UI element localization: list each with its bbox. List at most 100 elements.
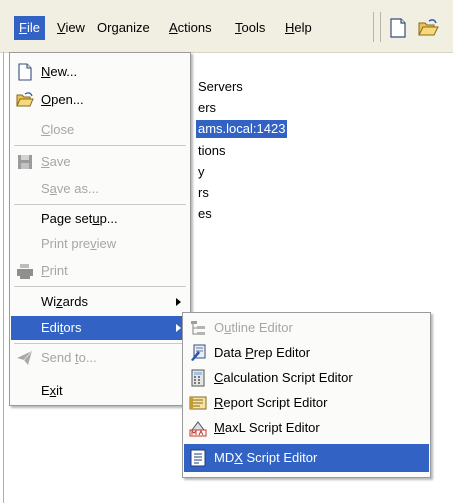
menu-view[interactable]: View: [52, 16, 90, 40]
tree-node[interactable]: tions: [198, 142, 225, 160]
mnemonic: C: [214, 370, 224, 385]
menu-organize-mnemonic: g: [111, 20, 119, 35]
menu-item-label: Print preview: [41, 232, 116, 256]
menu-item-editors[interactable]: Editors: [11, 316, 189, 340]
label-part: pen...: [51, 92, 84, 107]
menu-actions[interactable]: Actions: [164, 16, 217, 40]
label-part: MD: [214, 450, 235, 465]
label-part: o...: [78, 350, 97, 365]
submenu-arrow-icon: [176, 324, 181, 332]
label-part: lose: [50, 122, 75, 137]
label-part: ors: [63, 320, 82, 335]
menu-item-outline-editor: Outline Editor: [184, 316, 429, 340]
mnemonic: M: [214, 420, 225, 435]
open-folder-icon[interactable]: [417, 17, 439, 39]
menu-item-label: Close: [41, 118, 74, 142]
file-menu-tail: Exit: [9, 379, 191, 406]
label-part: Edi: [41, 320, 60, 335]
menu-item-label: MDX Script Editor: [214, 444, 317, 472]
menu-organize[interactable]: Organize: [92, 16, 155, 40]
data-prep-editor-icon: [191, 344, 206, 361]
menu-file-rest: ile: [26, 20, 40, 35]
label-part: rint: [49, 263, 68, 278]
menu-item-data-prep-editor[interactable]: Data Prep Editor: [184, 341, 429, 365]
menu-item-report-script-editor[interactable]: Report Script Editor: [184, 391, 429, 415]
menu-item-label: Outline Editor: [214, 316, 293, 340]
menu-item-label: Editors: [41, 316, 81, 340]
label-part: ew...: [50, 64, 78, 79]
label-part: O: [214, 320, 225, 335]
menu-separator: [14, 145, 186, 146]
new-document-icon: [18, 63, 32, 81]
menu-file-mnemonic: F: [19, 20, 27, 35]
tree-node-selected[interactable]: ams.local:1423: [196, 120, 288, 138]
menu-item-close: Close: [11, 118, 189, 142]
menu-item-save-as: Save as...: [11, 177, 189, 201]
new-document-icon[interactable]: [387, 17, 409, 39]
mnemonic: P: [245, 345, 254, 360]
menu-item-label: Report Script Editor: [214, 391, 327, 415]
menu-item-label: Open...: [41, 88, 84, 112]
mnemonic: u: [92, 211, 100, 226]
menu-item-wizards[interactable]: Wizards: [11, 290, 189, 314]
menu-item-maxl-script-editor[interactable]: MaxL Script Editor: [184, 416, 429, 440]
label-part: Page set: [41, 211, 93, 226]
label-part: Data: [214, 345, 246, 360]
mdx-script-editor-icon: [190, 449, 206, 467]
menu-item-new[interactable]: New...: [11, 60, 189, 84]
menu-item-exit[interactable]: Exit: [11, 379, 189, 403]
menu-item-label: Send to...: [41, 346, 97, 370]
label-part: rep Editor: [253, 345, 311, 360]
label-part: ards: [62, 294, 88, 309]
label-part: Script Editor: [242, 450, 318, 465]
menu-item-open[interactable]: Open...: [11, 88, 189, 112]
menu-item-label: New...: [41, 60, 77, 84]
mnemonic: N: [41, 64, 51, 79]
label-part: Print pre: [41, 236, 91, 251]
tree-node[interactable]: es: [198, 205, 212, 223]
tree-node[interactable]: rs: [198, 184, 209, 202]
editors-submenu: Outline Editor Data Prep Editor Calculat…: [182, 312, 431, 478]
print-icon: [17, 264, 33, 279]
menu-help[interactable]: Help: [280, 16, 317, 40]
menu-item-label: Exit: [41, 379, 63, 403]
label-part: axL Script Editor: [224, 420, 320, 435]
mnemonic: P: [41, 263, 50, 278]
menu-organize-pre: Or: [97, 20, 112, 35]
menu-tools[interactable]: Tools: [230, 16, 270, 40]
menu-item-save: Save: [11, 150, 189, 174]
menu-actions-rest: ctions: [177, 20, 212, 35]
menu-item-calculation-script-editor[interactable]: Calculation Script Editor: [184, 366, 429, 390]
menu-item-mdx-script-editor[interactable]: MDX Script Editor: [184, 444, 429, 472]
menu-item-label: MaxL Script Editor: [214, 416, 320, 440]
mnemonic: X: [234, 450, 243, 465]
menu-item-label: Save as...: [41, 177, 99, 201]
send-icon: [17, 350, 33, 365]
menu-item-label: Data Prep Editor: [214, 341, 310, 365]
mnemonic: R: [214, 395, 224, 410]
menu-item-print-preview: Print preview: [11, 232, 189, 256]
mnemonic: O: [41, 92, 52, 107]
tree-node[interactable]: Servers: [198, 78, 243, 96]
submenu-arrow-icon: [176, 298, 181, 306]
menu-file[interactable]: File: [14, 16, 45, 40]
tree-node[interactable]: ers: [198, 99, 216, 117]
tree-pane-border: [3, 52, 4, 503]
maxl-script-editor-icon: [189, 421, 207, 437]
label-part: ve as...: [56, 181, 99, 196]
menu-view-rest: iew: [65, 20, 85, 35]
label-part: alculation Script Editor: [223, 370, 353, 385]
menu-item-label: Save: [41, 150, 71, 174]
menu-item-send-to: Send to...: [11, 346, 189, 370]
mnemonic: C: [41, 122, 51, 137]
label-part: Wi: [41, 294, 57, 309]
menu-item-page-setup[interactable]: Page setup...: [11, 207, 189, 231]
label-part: tline Editor: [231, 320, 293, 335]
tree-node[interactable]: y: [198, 163, 205, 181]
label-part: iew: [96, 236, 117, 251]
label-part: it: [56, 383, 63, 398]
label-part: p...: [99, 211, 118, 226]
menu-bar: File View Organize Actions Tools Help: [0, 0, 453, 53]
save-icon: [18, 155, 32, 169]
file-menu: New... Open... Close Save Save as... Pag…: [9, 52, 191, 381]
